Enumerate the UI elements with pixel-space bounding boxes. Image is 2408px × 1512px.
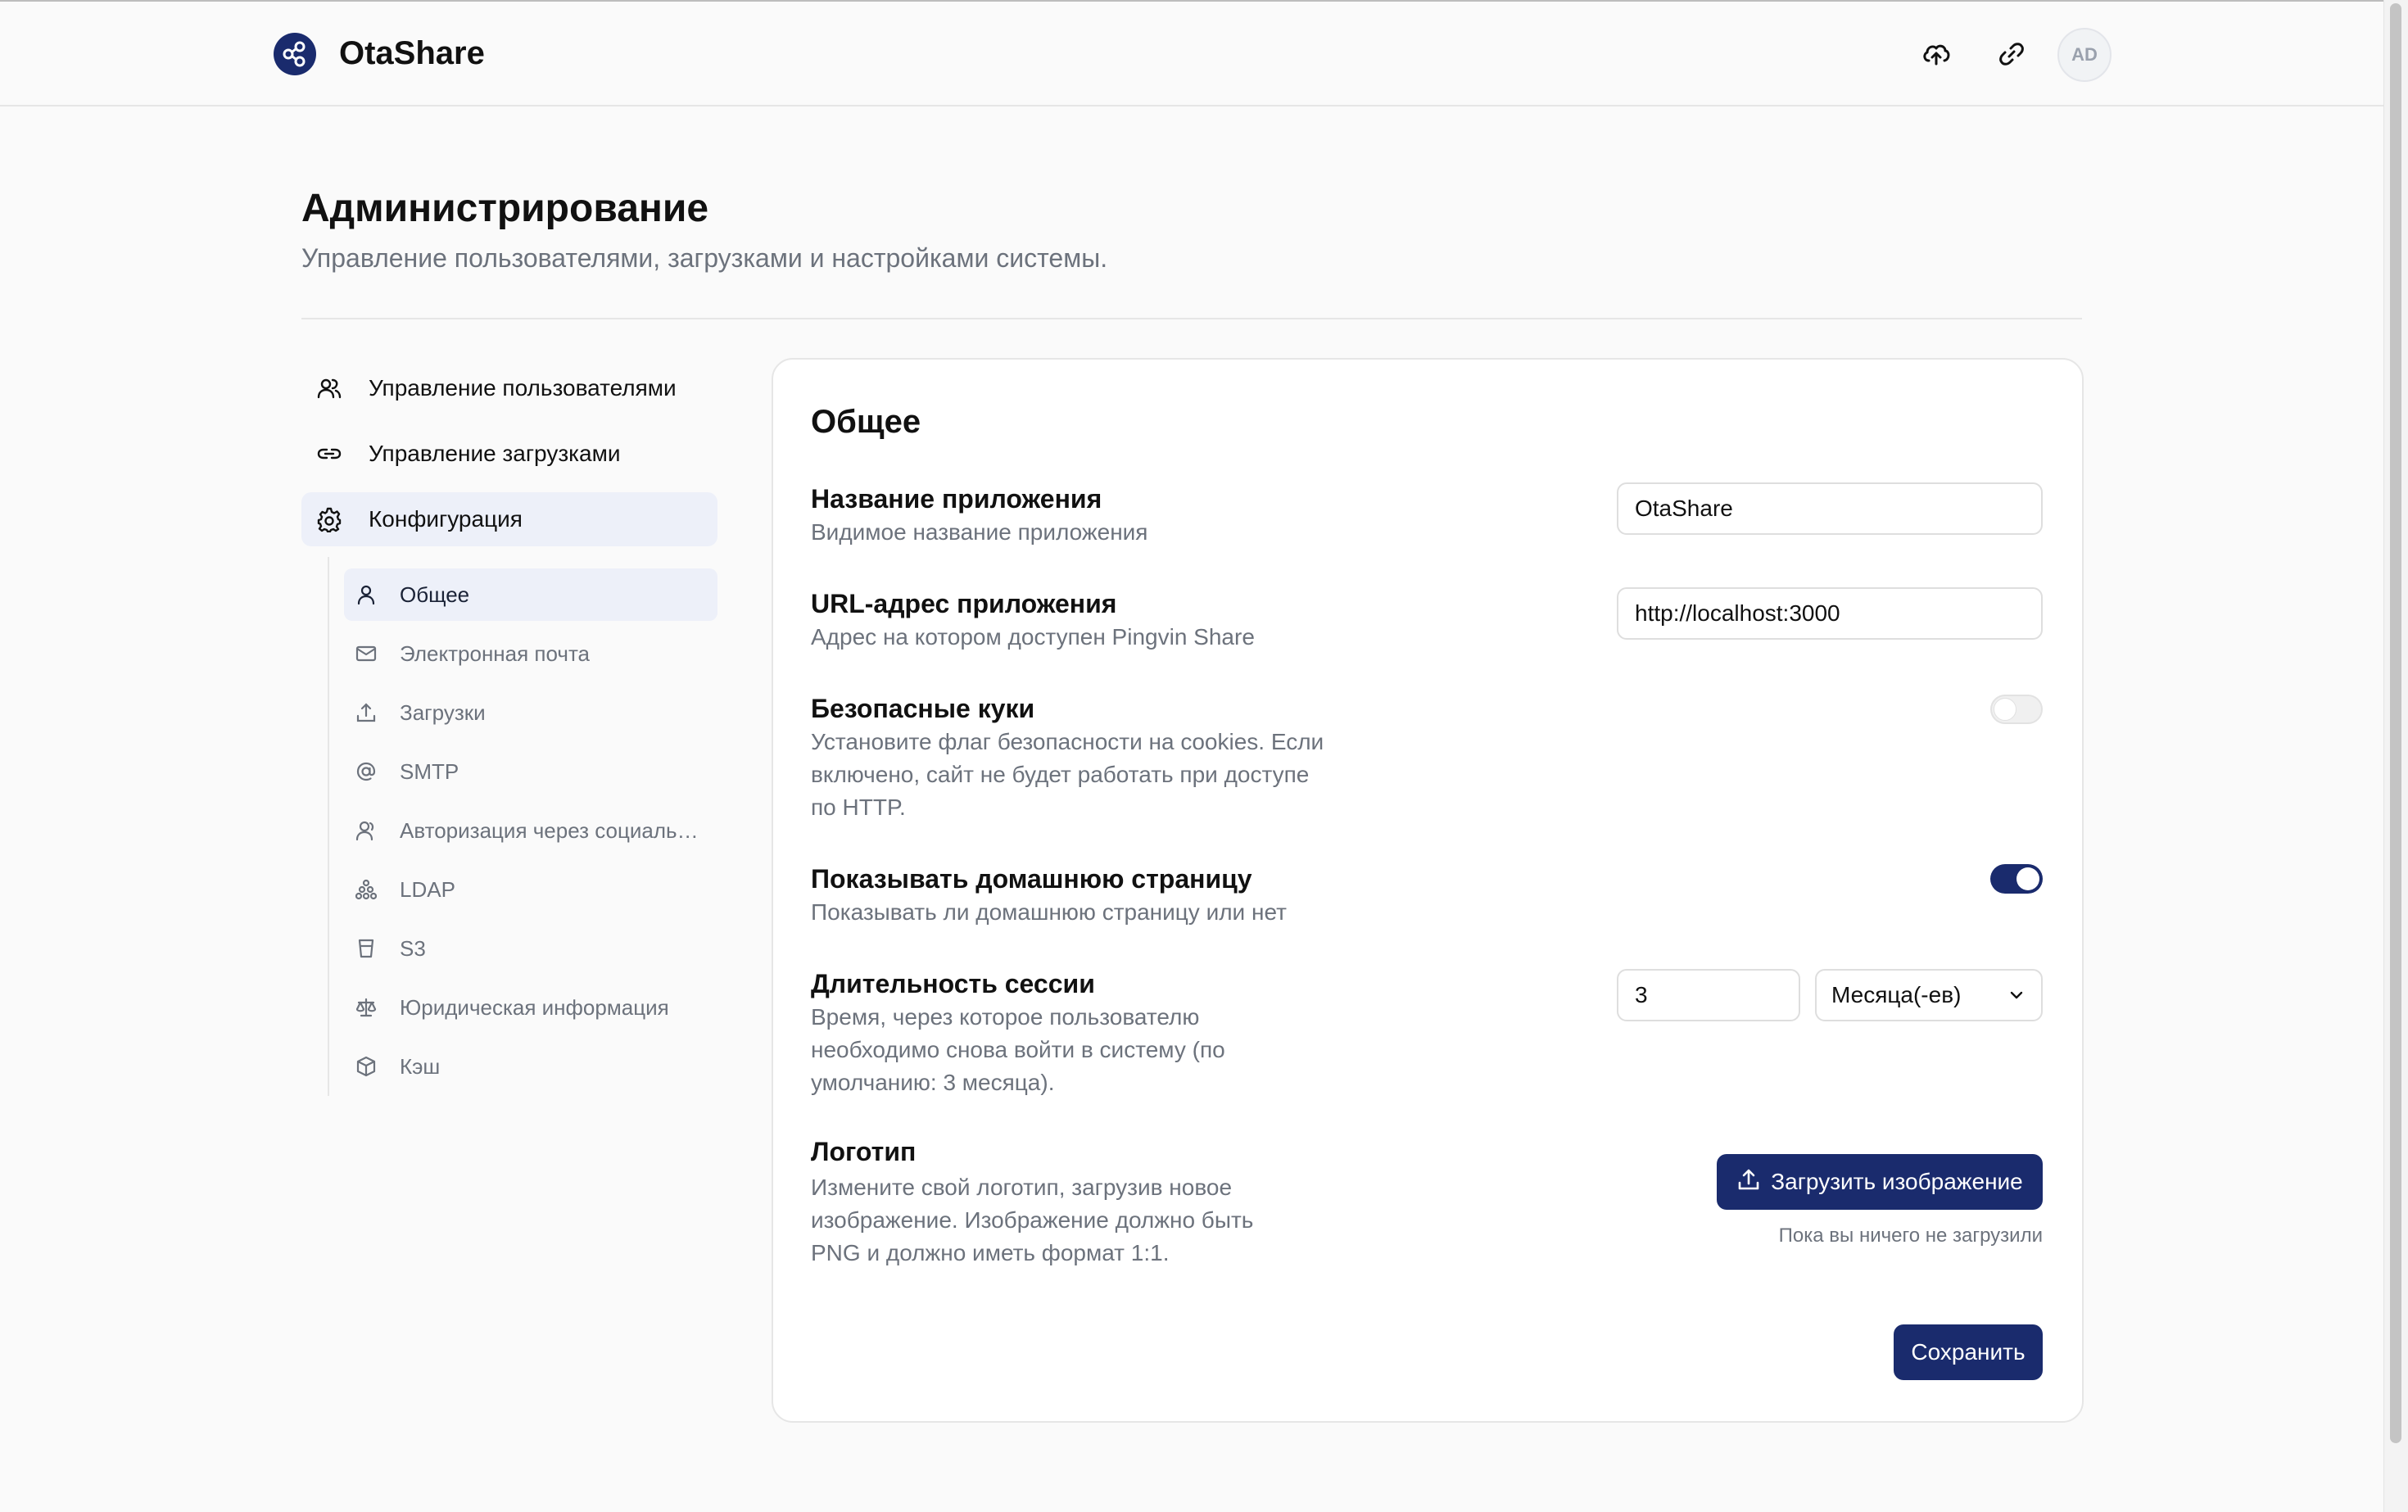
- gear-icon: [316, 506, 342, 533]
- upload-icon: [1736, 1167, 1761, 1197]
- subitem-label: Юридическая информация: [400, 995, 669, 1020]
- session-duration-label: Длительность сессии: [811, 969, 1095, 998]
- session-unit-select[interactable]: Месяца(-ев): [1815, 969, 2043, 1021]
- bucket-icon: [355, 938, 377, 959]
- box-icon: [355, 1056, 377, 1077]
- subitem-label: Авторизация через социальные сети: [400, 818, 709, 843]
- subitem-uploads[interactable]: Загрузки: [344, 686, 717, 739]
- cloud-upload-icon[interactable]: [1918, 36, 1954, 72]
- app-url-input[interactable]: [1617, 587, 2043, 640]
- subitem-s3[interactable]: S3: [344, 922, 717, 975]
- app-name[interactable]: OtaShare: [339, 33, 485, 74]
- upload-icon: [355, 702, 377, 723]
- subitem-label: Общее: [400, 582, 470, 607]
- user-icon: [355, 820, 377, 841]
- avatar[interactable]: AD: [2057, 28, 2112, 82]
- subitem-email[interactable]: Электронная почта: [344, 627, 717, 680]
- page-title: Администрирование: [301, 187, 709, 230]
- section-title: Общее: [811, 404, 921, 440]
- secure-cookies-toggle[interactable]: [1990, 695, 2043, 724]
- subitem-social-auth[interactable]: Авторизация через социальные сети: [344, 804, 717, 857]
- secure-cookies-description: Установите флаг безопасности на cookies.…: [811, 729, 1324, 820]
- secure-cookies-label: Безопасные куки: [811, 694, 1035, 723]
- hierarchy-icon: [355, 879, 378, 900]
- toggle-knob: [2016, 867, 2039, 890]
- subitem-legal[interactable]: Юридическая информация: [344, 981, 717, 1034]
- top-bar: OtaShare AD: [0, 0, 2383, 106]
- submenu-rail: [328, 557, 329, 1096]
- show-home-page-label: Показывать домашнюю страницу: [811, 864, 1252, 894]
- upload-hint: Пока вы ничего не загрузили: [1778, 1225, 2043, 1247]
- subitem-label: Загрузки: [400, 700, 486, 725]
- upload-image-button[interactable]: Загрузить изображение: [1717, 1154, 2043, 1210]
- sidebar-item-uploads[interactable]: Управление загрузками: [301, 427, 717, 481]
- subitem-general[interactable]: Общее: [344, 568, 717, 621]
- subitem-smtp[interactable]: SMTP: [344, 745, 717, 798]
- sidebar-item-configuration[interactable]: Конфигурация: [301, 492, 717, 546]
- subitem-label: SMTP: [400, 759, 459, 784]
- app-name-label: Название приложения: [811, 484, 1102, 514]
- subitem-label: Кэш: [400, 1054, 441, 1079]
- subitem-label: Электронная почта: [400, 641, 591, 666]
- session-unit-value: Месяца(-ев): [1831, 982, 1962, 1007]
- logo-label: Логотип: [811, 1137, 917, 1166]
- app-name-input[interactable]: [1617, 482, 2043, 535]
- upload-image-label: Загрузить изображение: [1771, 1169, 2023, 1194]
- sidebar-item-label: Управление пользователями: [369, 375, 677, 401]
- app-url-description: Адрес на котором доступен Pingvin Share: [811, 624, 1255, 650]
- session-duration-description: Время, через которое пользователю необхо…: [811, 1004, 1225, 1095]
- toggle-knob: [1994, 698, 2016, 721]
- subitem-cache[interactable]: Кэш: [344, 1040, 717, 1093]
- scrollbar-thumb[interactable]: [2390, 3, 2401, 1443]
- logo-description: Измените свой логотип, загрузив новое из…: [811, 1175, 1254, 1265]
- chevron-down-icon: [2005, 984, 2028, 1007]
- users-icon: [316, 375, 342, 401]
- user-icon: [355, 584, 377, 605]
- sidebar-item-users[interactable]: Управление пользователями: [301, 361, 717, 415]
- sidebar-item-label: Конфигурация: [369, 506, 523, 532]
- link-icon: [316, 441, 342, 467]
- session-duration-input[interactable]: [1617, 969, 1800, 1021]
- page-subtitle: Управление пользователями, загрузками и …: [301, 243, 1108, 273]
- share-logo-icon[interactable]: [274, 33, 316, 75]
- link-icon[interactable]: [1994, 36, 2030, 72]
- scale-icon: [355, 997, 377, 1018]
- app-url-label: URL-адрес приложения: [811, 589, 1117, 618]
- sidebar-item-label: Управление загрузками: [369, 441, 621, 466]
- mail-icon: [355, 643, 377, 664]
- show-home-page-description: Показывать ли домашнюю страницу или нет: [811, 899, 1287, 925]
- app-name-description: Видимое название приложения: [811, 519, 1148, 545]
- show-home-page-toggle[interactable]: [1990, 864, 2043, 894]
- at-icon: [355, 761, 377, 782]
- subitem-ldap[interactable]: LDAP: [344, 863, 717, 916]
- save-button[interactable]: Сохранить: [1894, 1324, 2043, 1380]
- subitem-label: LDAP: [400, 877, 455, 902]
- divider: [301, 318, 2082, 319]
- subitem-label: S3: [400, 936, 426, 961]
